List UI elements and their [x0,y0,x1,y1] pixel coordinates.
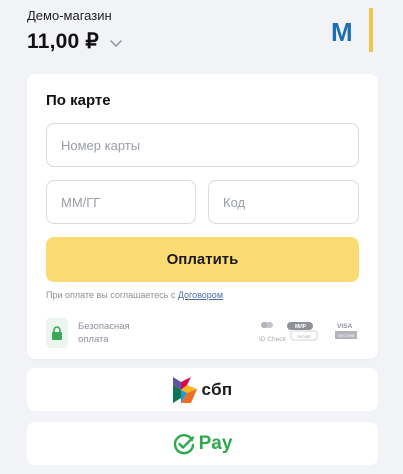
logo-letter: M [331,17,353,47]
checkmark-circle-icon [173,433,194,454]
card-section-title: По карте [46,92,111,109]
visa-secure-logo: VISA SECURE [335,323,357,339]
agreement-text: При оплате вы соглашаетесь с Договором [46,290,223,300]
svg-text:МИР: МИР [295,324,307,330]
sbp-pay-button[interactable]: сбп [27,368,378,411]
sbp-logo-icon [172,376,197,403]
shop-name: Демо-магазин [27,8,112,23]
lock-icon-box [46,318,68,348]
card-number-input[interactable] [46,123,359,167]
secure-payment-text: Безопасная оплата [78,320,130,346]
secure-payment-badge: Безопасная оплата [46,318,130,348]
id-check-logo: ID Check [259,322,286,343]
security-brands: ID Check МИР Accept VISA SECURE [259,322,357,343]
shop-logo: M [331,8,373,52]
payment-page: Демо-магазин 11,00 ₽ M По карте Оплатить… [0,0,403,474]
sbp-label: сбп [201,379,233,399]
mir-accept-logo: МИР Accept [287,322,318,341]
logo-bar [369,8,373,52]
expiry-input[interactable] [46,180,196,224]
pay-button[interactable]: Оплатить [46,237,359,282]
secure-line-1: Безопасная [78,321,130,332]
amount-toggle[interactable]: 11,00 ₽ [27,29,123,54]
lock-icon [52,326,62,340]
payment-amount: 11,00 ₽ [27,30,99,53]
svg-text:SECURE: SECURE [338,333,355,338]
cvc-input[interactable] [208,180,359,224]
svg-text:VISA: VISA [337,323,352,330]
chevron-down-icon [110,39,122,47]
agreement-prefix: При оплате вы соглашаетесь с [46,290,178,300]
pay-label: Pay [198,432,233,454]
secure-line-2: оплата [78,334,109,345]
card-payment-panel: По карте Оплатить При оплате вы соглашае… [27,74,378,359]
svg-text:Accept: Accept [297,334,312,339]
svg-text:ID Check: ID Check [259,336,286,343]
agreement-link[interactable]: Договором [178,290,223,300]
pay-method-button[interactable]: Pay [27,422,378,465]
